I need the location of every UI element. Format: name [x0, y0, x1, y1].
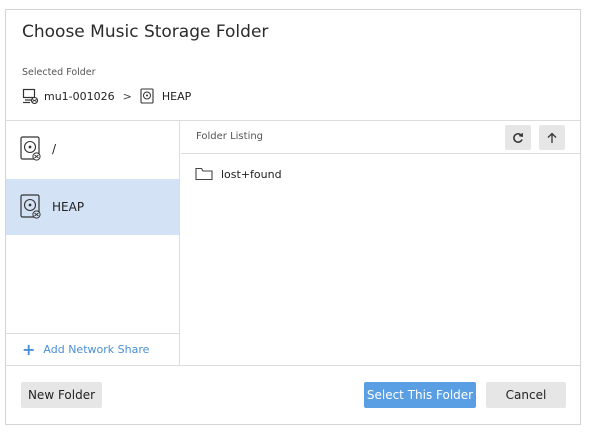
refresh-button[interactable]	[505, 125, 531, 150]
cancel-button[interactable]: Cancel	[486, 382, 566, 408]
new-folder-button[interactable]: New Folder	[21, 382, 102, 408]
network-computer-icon	[22, 87, 40, 105]
arrow-up-icon	[547, 132, 557, 143]
parent-folder-button[interactable]	[539, 125, 565, 150]
hard-drive-icon	[20, 194, 44, 220]
select-folder-button[interactable]: Select This Folder	[364, 382, 476, 408]
breadcrumb-separator: >	[122, 89, 132, 103]
folder-entry-lost-found[interactable]: lost+found	[195, 164, 282, 184]
sidebar-item-label: /	[52, 142, 57, 156]
add-network-share-button[interactable]: + Add Network Share	[6, 333, 179, 365]
refresh-icon	[513, 132, 523, 143]
storage-sidebar: / HEAP + Add Network Share	[6, 121, 180, 365]
add-network-share-label: Add Network Share	[43, 343, 150, 356]
sidebar-item-root[interactable]: /	[6, 121, 179, 177]
hard-drive-icon	[140, 87, 158, 105]
breadcrumb: mu1-001026 > HEAP	[22, 86, 191, 106]
folder-listing-title: Folder Listing	[196, 131, 264, 142]
sidebar-item-label: HEAP	[52, 200, 85, 214]
folder-listing-header: Folder Listing	[181, 121, 580, 154]
plus-icon: +	[22, 339, 36, 359]
folder-icon	[195, 167, 213, 181]
breadcrumb-host[interactable]: mu1-001026	[44, 90, 115, 103]
sidebar-item-heap[interactable]: HEAP	[6, 179, 179, 235]
breadcrumb-folder[interactable]: HEAP	[162, 90, 191, 103]
dialog-title: Choose Music Storage Folder	[22, 22, 269, 42]
dialog-body: / HEAP + Add Network Share Folder Listin…	[6, 120, 580, 366]
selected-folder-label: Selected Folder	[22, 67, 96, 78]
folder-entry-label: lost+found	[221, 167, 282, 181]
hard-drive-icon	[20, 136, 44, 162]
choose-folder-dialog: Choose Music Storage Folder Selected Fol…	[5, 9, 581, 425]
